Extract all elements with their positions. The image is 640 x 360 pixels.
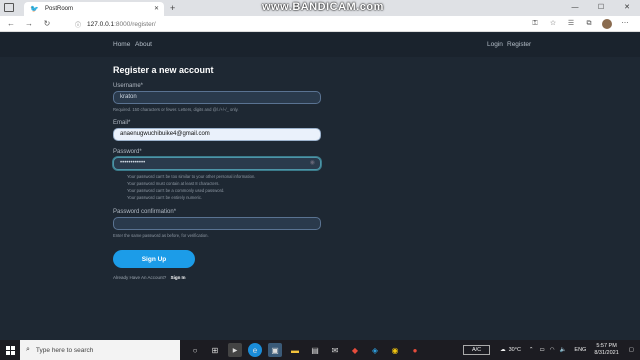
store-icon[interactable]: ▤ <box>308 343 322 357</box>
more-menu-icon[interactable]: ⋯ <box>616 18 634 30</box>
page-content: Home About Login Register Register a new… <box>0 33 640 340</box>
reveal-password-icon[interactable]: ◉ <box>310 158 315 169</box>
email-value: anaenugwuchibuike4@gmail.com <box>120 131 210 137</box>
ac-indicator[interactable]: A/C <box>462 345 491 355</box>
tray-overflow-icon[interactable]: ⌃ <box>529 347 534 353</box>
address-bar: ← → ↻ ⓘ 127.0.0.1 :8000/register/ ⚿ ☆ ☰ … <box>0 16 640 32</box>
dev-app-icon[interactable]: ◆ <box>348 343 362 357</box>
sign-in-prompt: Already Have An Account? Sign In <box>113 275 323 280</box>
search-placeholder: Type here to search <box>35 346 94 354</box>
task-view-icon[interactable]: ⊞ <box>208 343 222 357</box>
taskbar-search[interactable]: ⌕ Type here to search <box>20 340 180 360</box>
clock-date: 8/31/2021 <box>594 350 619 356</box>
favorite-star-icon[interactable]: ☆ <box>544 18 562 30</box>
email-input[interactable]: anaenugwuchibuike4@gmail.com <box>113 128 321 141</box>
mail-icon[interactable]: ✉ <box>328 343 342 357</box>
battery-icon[interactable]: ▭ <box>540 347 545 353</box>
forward-icon[interactable]: → <box>22 19 36 28</box>
password-confirm-help-text: Enter the same password as before, for v… <box>113 233 209 238</box>
tab-title: PostRoom <box>45 6 74 12</box>
password-help-item: Your password must contain at least 8 ch… <box>127 181 220 186</box>
close-window-button[interactable]: ✕ <box>614 0 640 16</box>
volume-icon[interactable]: 🔈 <box>560 347 567 353</box>
favorites-list-icon[interactable]: ☰ <box>562 18 580 30</box>
bandicam-watermark: www.BANDICAM.com <box>262 1 384 13</box>
edge-icon[interactable]: e <box>248 343 262 357</box>
password-input[interactable]: •••••••••••• ◉ <box>113 157 321 170</box>
collections-icon[interactable]: ⧉ <box>580 18 598 30</box>
clock[interactable]: 5:57 PM 8/31/2021 <box>594 343 618 357</box>
nav-login-link[interactable]: Login <box>487 41 503 48</box>
password-help-item: Your password can't be a commonly used p… <box>127 188 225 193</box>
new-tab-button[interactable]: + <box>170 2 175 16</box>
profile-avatar[interactable] <box>602 19 612 29</box>
have-account-text: Already Have An Account? <box>113 275 167 280</box>
taskbar-apps: ○ ⊞ ▶ e ▣ ▬ ▤ ✉ ◆ ◈ ◉ ● <box>188 343 422 357</box>
cortana-icon[interactable]: ○ <box>188 343 202 357</box>
key-icon[interactable]: ⚿ <box>526 18 544 30</box>
language-indicator[interactable]: ENG <box>574 347 586 353</box>
search-icon: ⌕ <box>26 346 30 353</box>
nav-register-link[interactable]: Register <box>507 41 531 48</box>
password-value: •••••••••••• <box>120 160 146 166</box>
tab-actions-icon[interactable] <box>4 3 14 12</box>
url-path: :8000/register/ <box>114 20 156 28</box>
tab-close-icon[interactable]: ✕ <box>154 5 159 12</box>
taskbar: ⌕ Type here to search ○ ⊞ ▶ e ▣ ▬ ▤ ✉ ◆ … <box>0 340 640 360</box>
url-host: 127.0.0.1 <box>87 20 115 28</box>
site-navbar: Home About Login Register <box>0 33 640 57</box>
wifi-icon[interactable]: ◠ <box>550 347 555 353</box>
username-label: Username* <box>113 83 144 89</box>
info-icon[interactable]: ⓘ <box>75 20 81 29</box>
media-app-icon[interactable]: ▶ <box>228 343 242 357</box>
username-input[interactable]: kraton <box>113 91 321 104</box>
browser-toolbar: ⚿ ☆ ☰ ⧉ ⋯ <box>526 18 634 30</box>
clock-time: 5:57 PM <box>596 343 617 349</box>
form-title: Register a new account <box>113 65 214 75</box>
vscode-icon[interactable]: ◈ <box>368 343 382 357</box>
photos-app-icon[interactable]: ▣ <box>268 343 282 357</box>
file-explorer-icon[interactable]: ▬ <box>288 343 302 357</box>
twitter-bird-icon: 🐦 <box>30 5 39 13</box>
register-form: Register a new account Username* kraton … <box>113 65 323 280</box>
password-help-item: Your password can't be entirely numeric. <box>127 195 203 200</box>
chrome-icon[interactable]: ◉ <box>388 343 402 357</box>
sign-up-button[interactable]: Sign Up <box>113 250 195 268</box>
nav-home-link[interactable]: Home <box>113 41 130 48</box>
browser-tab[interactable]: 🐦 PostRoom ✕ <box>24 2 164 16</box>
weather-temp[interactable]: 30°C <box>509 347 521 353</box>
windows-logo-icon <box>5 345 15 355</box>
sign-in-link[interactable]: Sign In <box>171 275 186 280</box>
minimize-button[interactable]: — <box>562 0 588 16</box>
back-icon[interactable]: ← <box>4 19 18 28</box>
windows-start-button[interactable] <box>0 340 20 360</box>
window-controls: — ☐ ✕ <box>562 0 640 16</box>
url-field[interactable]: ⓘ 127.0.0.1 :8000/register/ <box>70 18 530 30</box>
password-help-list: Your password can't be too similar to yo… <box>127 173 323 201</box>
username-value: kraton <box>120 94 137 100</box>
nav-about-link[interactable]: About <box>135 41 152 48</box>
refresh-icon[interactable]: ↻ <box>40 19 54 28</box>
username-help-text: Required. 150 characters or fewer. Lette… <box>113 107 239 112</box>
password-help-item: Your password can't be too similar to yo… <box>127 174 256 179</box>
email-label: Email* <box>113 120 131 126</box>
system-tray: A/C ☁ 30°C ⌃ ▭ ◠ 🔈 ENG 5:57 PM 8/31/2021… <box>462 340 640 360</box>
notifications-icon[interactable]: ▢ <box>629 347 634 353</box>
maximize-button[interactable]: ☐ <box>588 0 614 16</box>
password-confirm-label: Password confirmation* <box>113 209 177 215</box>
password-confirm-input[interactable] <box>113 217 321 230</box>
weather-icon[interactable]: ☁ <box>500 347 506 353</box>
password-label: Password* <box>113 149 142 155</box>
bandicam-icon[interactable]: ● <box>408 343 422 357</box>
